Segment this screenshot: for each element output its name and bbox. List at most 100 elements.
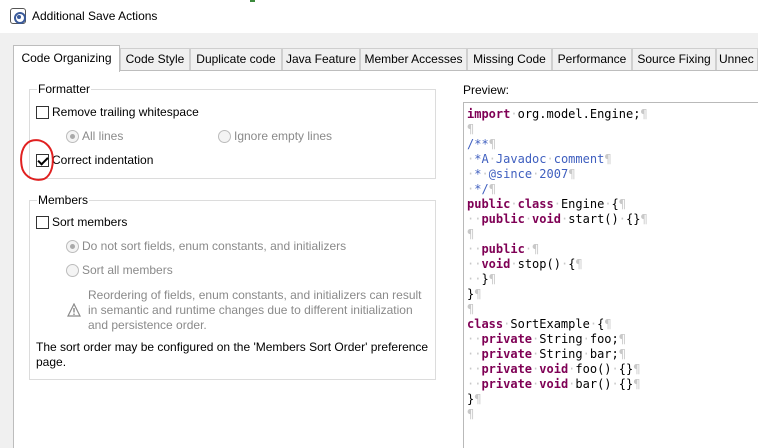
- correct-indentation-label[interactable]: Correct indentation: [52, 153, 153, 167]
- code-token: ··: [467, 242, 482, 256]
- code-token: ¶: [474, 287, 482, 301]
- sort-members-label[interactable]: Sort members: [52, 215, 127, 229]
- code-line: ·*·@since·2007¶: [467, 167, 648, 182]
- code-token: {}: [618, 362, 634, 376]
- code-token: ¶: [640, 212, 648, 226]
- code-token: ¶: [575, 257, 583, 271]
- code-token: ·: [546, 152, 554, 166]
- code-token: comment: [553, 152, 605, 166]
- code-token: ··: [467, 362, 482, 376]
- code-line: ··private·void·bar()·{}¶: [467, 377, 648, 392]
- code-line: public·class·Engine·{¶: [467, 197, 648, 212]
- ignore-empty-lines-label[interactable]: Ignore empty lines: [234, 129, 332, 143]
- tab-code-style[interactable]: Code Style: [120, 48, 190, 71]
- code-token: SortExample: [510, 317, 590, 331]
- code-token: ·: [618, 212, 626, 226]
- preview-code: import·org.model.Engine;¶ ¶/**¶ ·*A·Javado…: [467, 107, 648, 422]
- code-token: @since: [488, 167, 533, 181]
- code-line: ¶: [467, 302, 648, 317]
- warning-icon: [67, 303, 81, 317]
- code-token: ·: [510, 257, 518, 271]
- code-token: foo;: [589, 332, 619, 346]
- code-token: ¶: [467, 227, 475, 241]
- code-token: ··: [467, 332, 482, 346]
- all-lines-label[interactable]: All lines: [82, 129, 123, 143]
- code-line: ··}¶: [467, 272, 648, 287]
- tab-missing-code[interactable]: Missing Code: [467, 48, 552, 71]
- code-token: ·: [611, 362, 619, 376]
- title-accent: [250, 0, 255, 2]
- code-token: stop(): [517, 257, 561, 271]
- code-token: ¶: [467, 122, 475, 136]
- code-token: ·: [589, 317, 598, 331]
- code-token: void: [532, 212, 561, 226]
- title-bar: Additional Save Actions: [0, 0, 758, 33]
- code-token: ··: [467, 347, 482, 361]
- ignore-empty-lines-radio[interactable]: [218, 130, 231, 143]
- sort-all-members-radio[interactable]: [66, 264, 79, 277]
- code-line: ··public·void·start()·{}¶: [467, 212, 648, 227]
- code-token: ¶: [467, 407, 475, 421]
- remove-trailing-whitespace-label[interactable]: Remove trailing whitespace: [52, 105, 199, 119]
- code-line: ¶: [467, 227, 648, 242]
- code-line: ··private·String·bar;¶: [467, 347, 648, 362]
- code-token: ·: [510, 197, 518, 211]
- all-lines-radio[interactable]: [66, 130, 79, 143]
- code-token: public: [481, 212, 525, 226]
- tab-unnecessary-code[interactable]: Unnec: [716, 48, 758, 71]
- code-token: void: [539, 362, 569, 376]
- members-group-title: Members: [37, 193, 90, 207]
- formatter-group-title: Formatter: [37, 82, 92, 96]
- code-token: ·: [582, 332, 590, 346]
- code-token: private: [481, 362, 533, 376]
- tab-java-feature[interactable]: Java Feature: [282, 48, 360, 71]
- code-line: ··private·String·foo;¶: [467, 332, 648, 347]
- sort-members-checkbox[interactable]: [36, 216, 49, 229]
- code-token: import: [467, 107, 511, 121]
- remove-trailing-whitespace-checkbox[interactable]: [36, 106, 49, 119]
- code-token: foo(): [575, 362, 612, 376]
- code-token: ¶: [474, 392, 482, 406]
- code-token: ¶: [604, 317, 612, 331]
- code-token: private: [481, 332, 533, 346]
- code-token: ¶: [467, 302, 475, 316]
- tab-duplicate-code[interactable]: Duplicate code: [190, 48, 282, 71]
- do-not-sort-radio[interactable]: [66, 240, 79, 253]
- code-token: private: [481, 377, 533, 391]
- code-token: ¶: [633, 362, 641, 376]
- code-token: String: [539, 332, 583, 346]
- code-line: ··public·¶: [467, 242, 648, 257]
- code-token: /**: [467, 137, 489, 151]
- code-token: Engine: [560, 197, 605, 211]
- tab-source-fixing[interactable]: Source Fixing: [632, 48, 716, 71]
- code-token: ¶: [640, 107, 648, 121]
- code-line: ·*/¶: [467, 182, 648, 197]
- code-line: ··private·void·foo()·{}¶: [467, 362, 648, 377]
- code-token: ·: [553, 197, 561, 211]
- code-token: ¶: [488, 272, 496, 286]
- code-token: ·: [510, 107, 518, 121]
- code-line: ··void·stop()·{¶: [467, 257, 648, 272]
- code-token: *A: [474, 152, 489, 166]
- tab-code-organizing[interactable]: Code Organizing: [13, 45, 120, 72]
- tab-strip: Code Organizing Code Style Duplicate cod…: [13, 45, 758, 72]
- code-token: ¶: [618, 197, 627, 211]
- code-token: ¶: [633, 377, 641, 391]
- do-not-sort-label[interactable]: Do not sort fields, enum constants, and …: [82, 239, 346, 253]
- code-token: ¶: [488, 182, 496, 196]
- code-token: {}: [626, 212, 641, 226]
- code-token: Javadoc: [495, 152, 547, 166]
- tab-member-accesses[interactable]: Member Accesses: [360, 48, 467, 71]
- code-token: public: [467, 197, 511, 211]
- code-token: {: [611, 197, 619, 211]
- code-token: ¶: [604, 152, 612, 166]
- code-token: ¶: [488, 137, 496, 151]
- code-line: /**¶: [467, 137, 648, 152]
- tab-performance[interactable]: Performance: [552, 48, 632, 71]
- preview-label: Preview:: [463, 83, 510, 97]
- code-token: ¶: [568, 167, 576, 181]
- sort-all-members-label[interactable]: Sort all members: [82, 263, 173, 277]
- code-token: start(): [568, 212, 619, 226]
- code-token: */: [474, 182, 489, 196]
- code-token: class: [467, 317, 504, 331]
